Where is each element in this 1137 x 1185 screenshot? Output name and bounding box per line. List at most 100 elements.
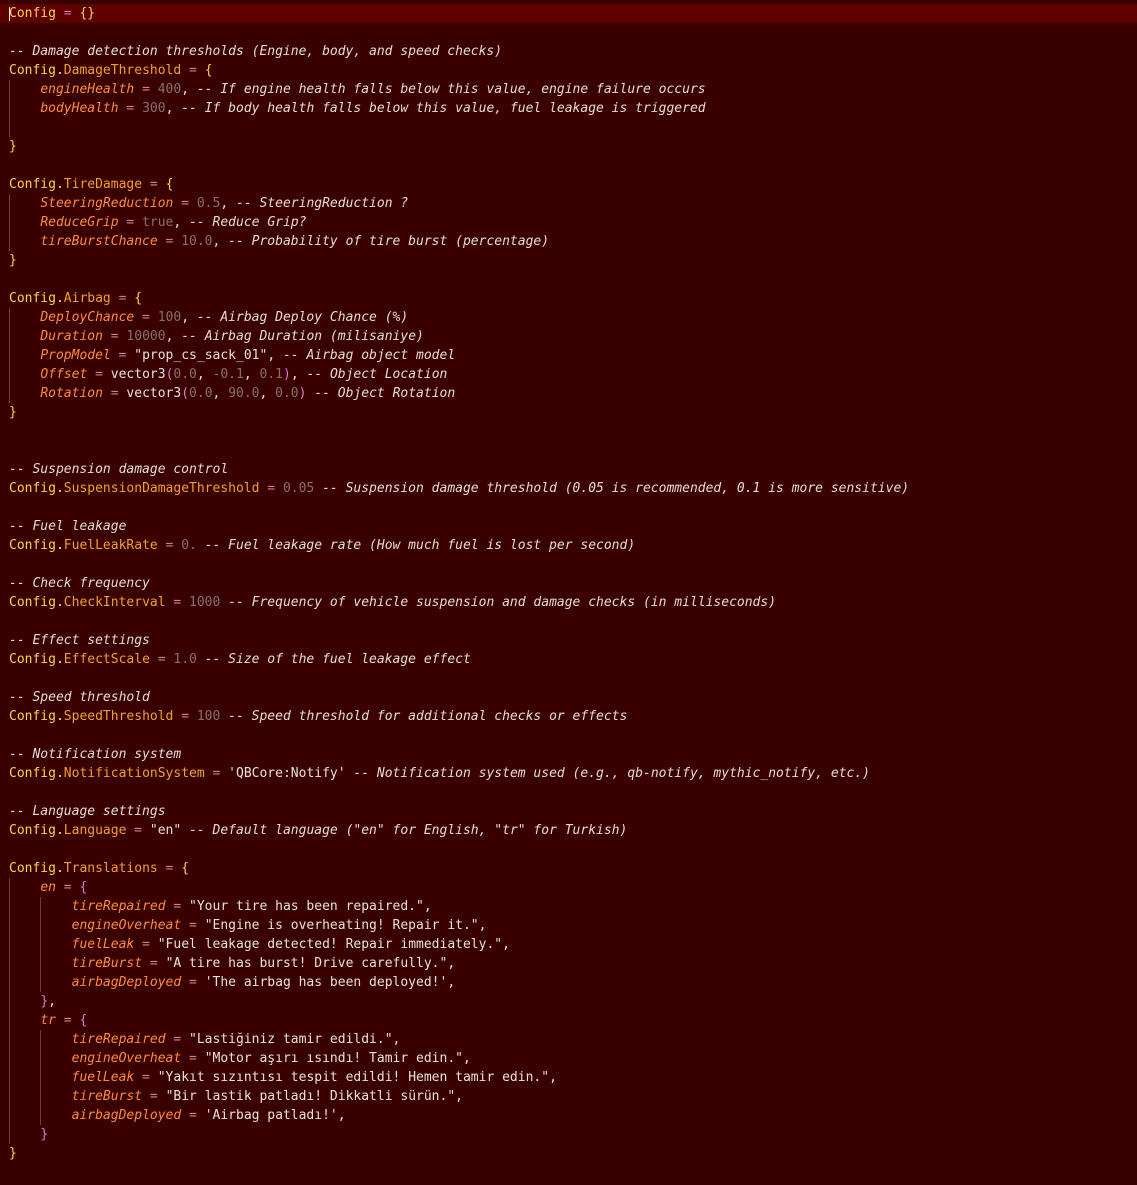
code-token: ( — [181, 386, 190, 401]
code-token: { — [134, 291, 143, 306]
indent-guide — [9, 1049, 10, 1068]
code-line[interactable]: en = { — [0, 878, 1137, 897]
code-line[interactable]: ReduceGrip = true, -- Reduce Grip? — [0, 213, 1137, 232]
code-line[interactable]: } — [0, 1144, 1137, 1163]
code-line[interactable]: tireBurst = "A tire has burst! Drive car… — [0, 954, 1137, 973]
code-token: "Motor aşırı ısındı! Tamir edin." — [204, 1051, 463, 1066]
code-token: , — [165, 329, 182, 344]
code-line[interactable]: fuelLeak = "Yakıt sızıntısı tespit edild… — [0, 1068, 1137, 1087]
code-token: "en" — [149, 823, 182, 838]
code-line[interactable]: tr = { — [0, 1011, 1137, 1030]
code-line[interactable] — [0, 156, 1137, 175]
code-line[interactable]: fuelLeak = "Fuel leakage detected! Repai… — [0, 935, 1137, 954]
code-token: = — [189, 1051, 197, 1066]
text-cursor — [9, 7, 10, 21]
code-line[interactable]: Offset = vector3(0.0, -0.1, 0.1), -- Obj… — [0, 365, 1137, 384]
code-line[interactable]: engineOverheat = "Motor aşırı ısındı! Ta… — [0, 1049, 1137, 1068]
code-line[interactable]: bodyHealth = 300, -- If body health fall… — [0, 99, 1137, 118]
code-token: = — [110, 386, 119, 401]
code-line[interactable]: airbagDeployed = 'The airbag has been de… — [0, 973, 1137, 992]
code-line[interactable]: -- Suspension damage control — [0, 460, 1137, 479]
code-line[interactable] — [0, 783, 1137, 802]
code-line[interactable]: } — [0, 137, 1137, 156]
code-line[interactable] — [0, 612, 1137, 631]
code-line[interactable]: Config.NotificationSystem = 'QBCore:Noti… — [0, 764, 1137, 783]
indent-guide — [9, 1030, 10, 1049]
code-token: tireBurst — [71, 1089, 143, 1104]
code-token: , — [181, 310, 197, 325]
code-line[interactable]: -- Damage detection thresholds (Engine, … — [0, 42, 1137, 61]
code-line[interactable] — [0, 669, 1137, 688]
code-line[interactable]: Rotation = vector3(0.0, 90.0, 0.0) -- Ob… — [0, 384, 1137, 403]
indent-guide — [40, 916, 41, 935]
code-line[interactable] — [0, 23, 1137, 42]
indent-guide — [40, 1106, 41, 1125]
code-token: -- Speed threshold for additional checks… — [228, 709, 628, 724]
code-line[interactable]: Config.EffectScale = 1.0 -- Size of the … — [0, 650, 1137, 669]
code-line[interactable]: }, — [0, 992, 1137, 1011]
code-line[interactable] — [0, 726, 1137, 745]
indent-guide — [9, 308, 10, 327]
code-token: -- If body health falls below this value… — [181, 101, 706, 116]
code-line[interactable]: } — [0, 1125, 1137, 1144]
code-line[interactable]: Config = {} — [0, 4, 1137, 23]
code-line[interactable]: engineHealth = 400, -- If engine health … — [0, 80, 1137, 99]
code-line[interactable]: tireRepaired = "Lastiğiniz tamir edildi.… — [0, 1030, 1137, 1049]
code-line[interactable]: PropModel = "prop_cs_sack_01", -- Airbag… — [0, 346, 1137, 365]
code-token: fuelLeak — [71, 1070, 135, 1085]
code-line[interactable]: -- Speed threshold — [0, 688, 1137, 707]
code-line[interactable]: tireBurst = "Bir lastik patladı! Dikkatl… — [0, 1087, 1137, 1106]
code-token: TireDamage — [63, 177, 143, 192]
code-line[interactable]: -- Fuel leakage — [0, 517, 1137, 536]
code-line[interactable]: -- Effect settings — [0, 631, 1137, 650]
code-line[interactable] — [0, 498, 1137, 517]
code-line[interactable]: tireBurstChance = 10.0, -- Probability o… — [0, 232, 1137, 251]
code-line[interactable]: } — [0, 251, 1137, 270]
code-line[interactable] — [0, 118, 1137, 137]
code-line[interactable]: -- Check frequency — [0, 574, 1137, 593]
code-editor[interactable]: Config = {} -- Damage detection threshold… — [0, 0, 1137, 1185]
code-token: = — [63, 1013, 72, 1028]
code-line[interactable]: Config.TireDamage = { — [0, 175, 1137, 194]
code-token: , — [267, 348, 283, 363]
code-token: -- Suspension damage control — [9, 462, 229, 477]
code-line[interactable]: } — [0, 403, 1137, 422]
code-line[interactable]: Config.SuspensionDamageThreshold = 0.05 … — [0, 479, 1137, 498]
code-line[interactable]: Config.Language = "en" -- Default langua… — [0, 821, 1137, 840]
code-line[interactable] — [0, 555, 1137, 574]
indent-guide — [9, 99, 10, 118]
code-line[interactable] — [0, 270, 1137, 289]
code-line[interactable]: Duration = 10000, -- Airbag Duration (mi… — [0, 327, 1137, 346]
code-token: CheckInterval — [63, 595, 166, 610]
code-token: = — [142, 310, 150, 325]
code-line[interactable]: SteeringReduction = 0.5, -- SteeringRedu… — [0, 194, 1137, 213]
code-line[interactable]: tireRepaired = "Your tire has been repai… — [0, 897, 1137, 916]
code-line[interactable]: DeployChance = 100, -- Airbag Deploy Cha… — [0, 308, 1137, 327]
code-line[interactable]: -- Language settings — [0, 802, 1137, 821]
code-line[interactable]: Config.Translations = { — [0, 859, 1137, 878]
code-line[interactable]: airbagDeployed = 'Airbag patladı!', — [0, 1106, 1137, 1125]
code-token: -- Damage detection thresholds (Engine, … — [9, 44, 503, 59]
code-line[interactable]: Config.CheckInterval = 1000 -- Frequency… — [0, 593, 1137, 612]
code-line[interactable]: -- Notification system — [0, 745, 1137, 764]
code-line[interactable] — [0, 840, 1137, 859]
code-line[interactable]: Config.FuelLeakRate = 0. -- Fuel leakage… — [0, 536, 1137, 555]
code-token: . — [55, 766, 64, 781]
code-token: , — [423, 899, 432, 914]
code-line[interactable]: engineOverheat = "Engine is overheating!… — [0, 916, 1137, 935]
code-line[interactable]: Config.Airbag = { — [0, 289, 1137, 308]
indent-guide — [9, 897, 10, 916]
code-line[interactable] — [0, 441, 1137, 460]
code-line[interactable]: Config.DamageThreshold = { — [0, 61, 1137, 80]
code-line[interactable]: Config.SpeedThreshold = 100 -- Speed thr… — [0, 707, 1137, 726]
code-line[interactable] — [0, 422, 1137, 441]
